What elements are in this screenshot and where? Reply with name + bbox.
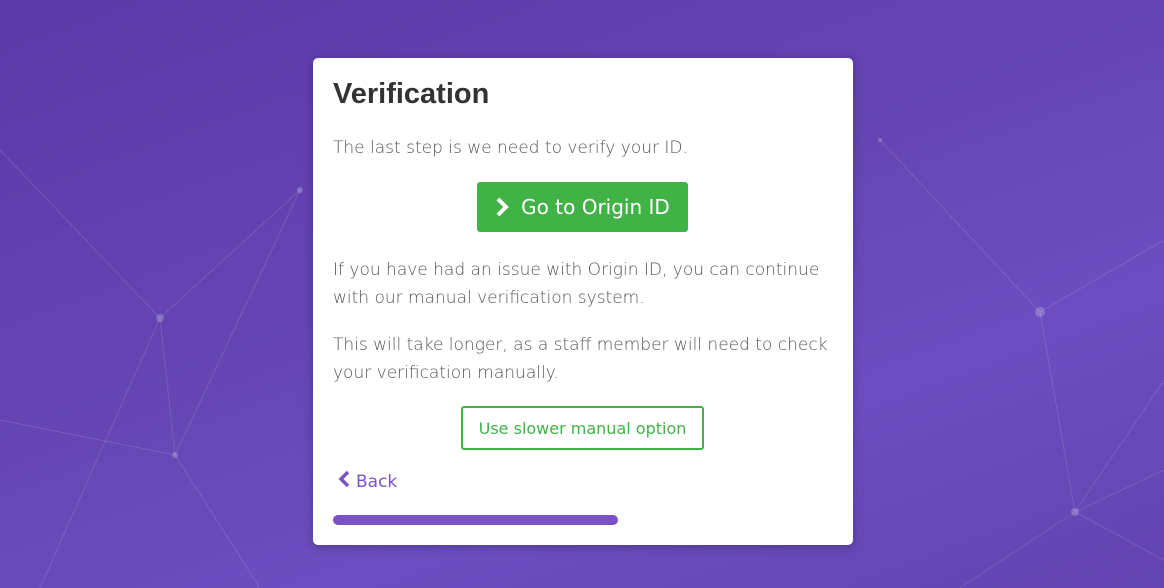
go-to-origin-id-label: Go to Origin ID: [521, 195, 670, 219]
verification-card: Verification The last step is we need to…: [313, 58, 853, 545]
warning-text: This will take longer, as a staff member…: [333, 335, 828, 383]
progress-bar: [333, 515, 833, 525]
back-label: Back: [356, 471, 398, 492]
page-title: Verification: [333, 78, 490, 110]
issue-text: If you have had an issue with Origin ID,…: [333, 260, 820, 308]
back-link[interactable]: Back: [338, 470, 397, 493]
intro-text: The last step is we need to verify your …: [333, 138, 688, 158]
chevron-right-icon: [495, 197, 510, 217]
progress-bar-fill: [333, 515, 618, 525]
manual-option-button[interactable]: Use slower manual option: [461, 406, 704, 450]
chevron-left-icon: [338, 470, 350, 493]
go-to-origin-id-button[interactable]: Go to Origin ID: [477, 182, 688, 232]
